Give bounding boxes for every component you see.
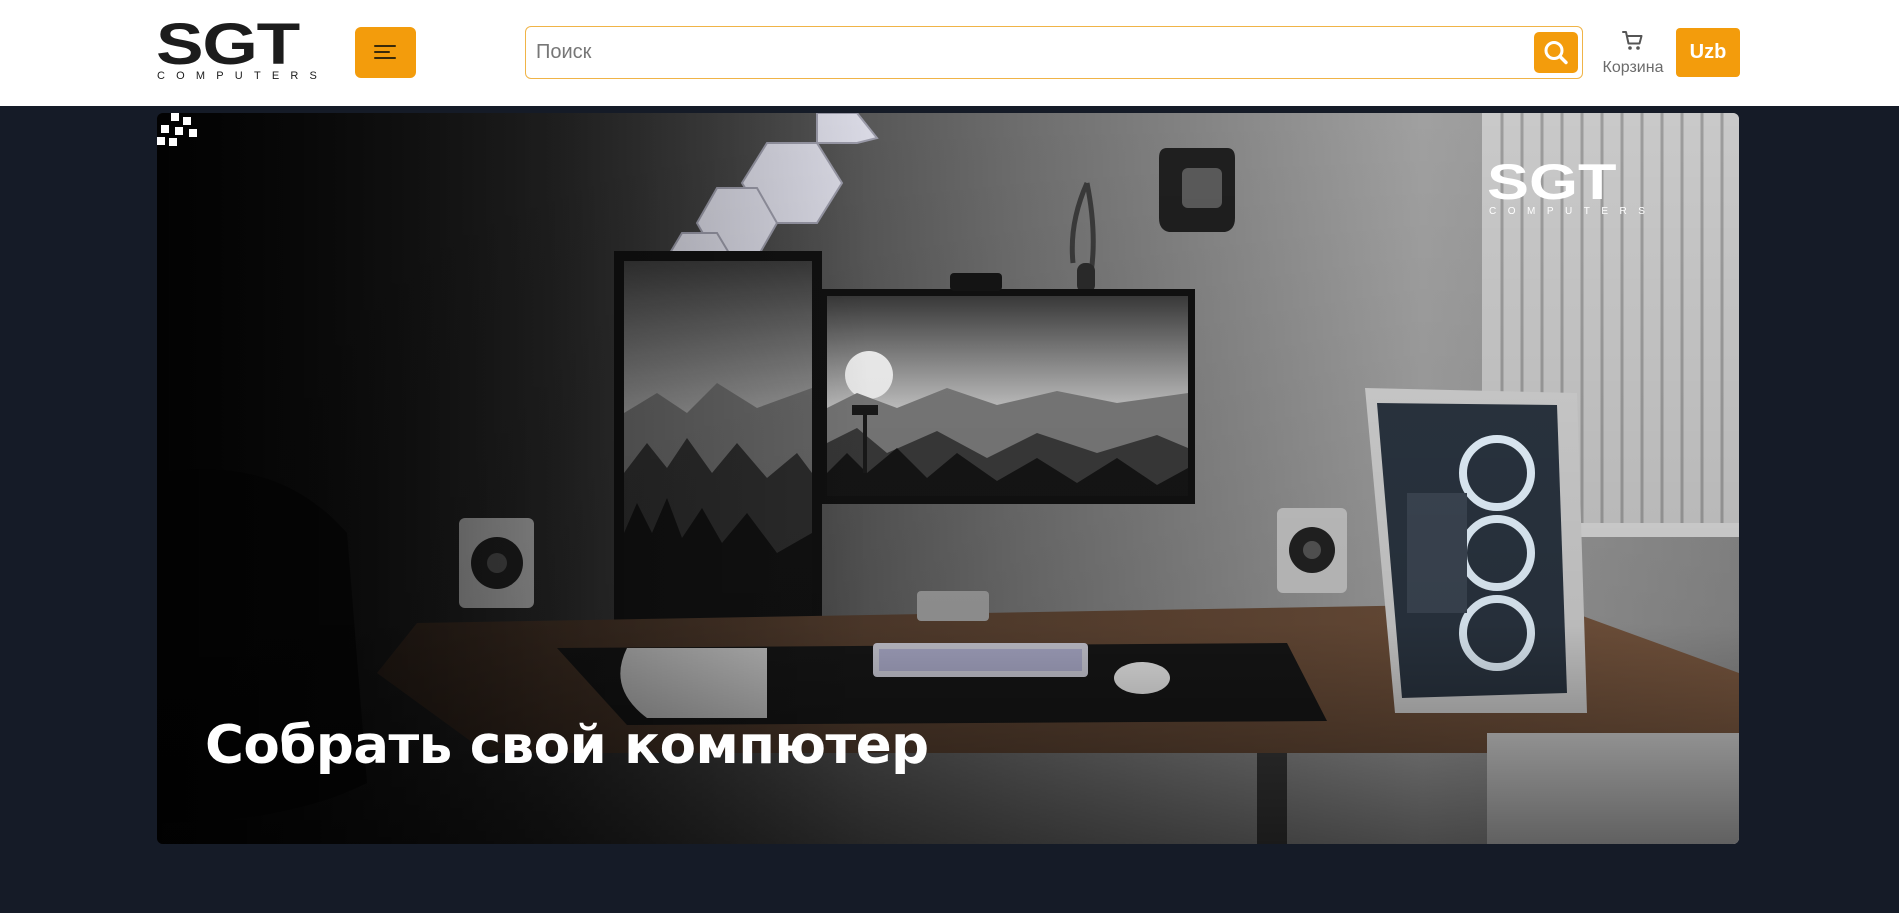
hero-banner[interactable]: SGT COMPUTERS Собрать свой компютер xyxy=(157,113,1739,844)
logo-text: SGT xyxy=(156,12,300,77)
logo-pixels-icon xyxy=(157,113,197,146)
banner-title: Собрать свой компютер xyxy=(205,715,929,776)
search-icon xyxy=(1544,41,1568,65)
logo-subtitle: COMPUTERS xyxy=(157,70,329,82)
banner-watermark-logo: SGT COMPUTERS xyxy=(1487,157,1683,221)
cart-label: Корзина xyxy=(1602,59,1664,76)
cart-icon xyxy=(1622,31,1643,50)
logo[interactable]: SGT COMPUTERS xyxy=(156,16,342,84)
search-bar xyxy=(525,26,1583,79)
cart-button[interactable]: Корзина xyxy=(1598,26,1668,82)
language-switch-button[interactable]: Uzb xyxy=(1676,28,1740,77)
search-button[interactable] xyxy=(1534,32,1578,73)
watermark-text: SGT xyxy=(1487,154,1617,210)
search-input[interactable] xyxy=(536,27,1536,78)
menu-button[interactable] xyxy=(355,27,416,78)
watermark-subtitle: COMPUTERS xyxy=(1489,206,1657,217)
site-header: SGT COMPUTERS Корзина Uzb xyxy=(0,0,1899,106)
